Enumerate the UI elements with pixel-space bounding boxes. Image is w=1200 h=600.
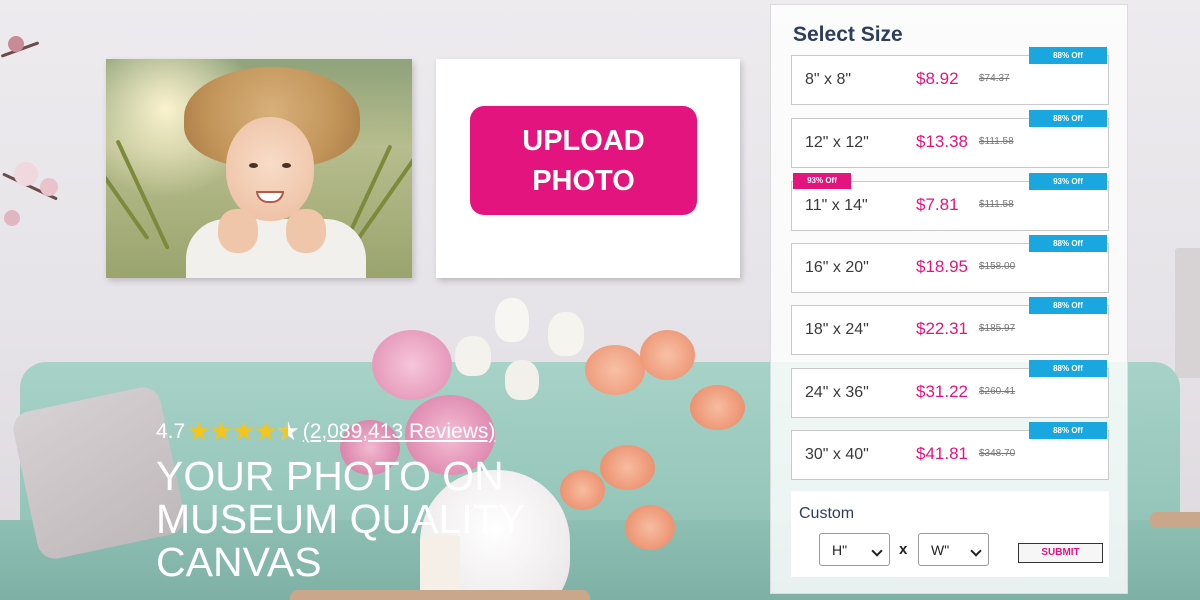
height-select-value: H" bbox=[832, 542, 848, 558]
tulip-decoration bbox=[455, 336, 491, 376]
size-original-price: $348.70 bbox=[979, 448, 1016, 459]
size-label: 11" x 14" bbox=[805, 197, 868, 214]
size-label: 24" x 36" bbox=[805, 384, 869, 401]
child-hand bbox=[218, 209, 258, 253]
size-original-price: $185.97 bbox=[979, 323, 1016, 334]
reviews-link[interactable]: (2,089,413 Reviews) bbox=[303, 420, 496, 444]
width-select-value: W" bbox=[931, 542, 950, 558]
blossom-decoration bbox=[14, 162, 38, 186]
half-star-fill: ★ bbox=[276, 416, 287, 447]
size-option-18x24[interactable]: 18" x 24" $22.31 $185.97 88% Off bbox=[791, 297, 1109, 355]
upload-canvas: UPLOAD PHOTO bbox=[436, 59, 740, 278]
blossom-decoration bbox=[4, 210, 20, 226]
blossom-decoration bbox=[40, 178, 58, 196]
upload-photo-button[interactable]: UPLOAD PHOTO bbox=[470, 106, 697, 215]
discount-badge: 88% Off bbox=[1029, 422, 1107, 439]
size-price: $7.81 bbox=[916, 195, 959, 214]
size-option-24x36[interactable]: 24" x 36" $31.22 $260.41 88% Off bbox=[791, 360, 1109, 418]
size-original-price: $260.41 bbox=[979, 386, 1016, 397]
blossom-decoration bbox=[8, 36, 24, 52]
coffee-table bbox=[290, 590, 590, 600]
orchid-decoration bbox=[585, 345, 645, 395]
wall-canvas-partial bbox=[1175, 248, 1200, 378]
rating-value: 4.7 bbox=[156, 419, 186, 443]
chevron-down-icon bbox=[970, 545, 982, 557]
sample-photo-canvas bbox=[106, 59, 412, 278]
discount-badge: 88% Off bbox=[1029, 360, 1107, 377]
discount-badge: 88% Off bbox=[1029, 47, 1107, 64]
child-eye bbox=[249, 163, 258, 168]
submit-button[interactable]: SUBMIT bbox=[1018, 543, 1103, 563]
panel-title: Select Size bbox=[793, 23, 903, 46]
custom-size-box: Custom H" x W" SUBMIT bbox=[791, 491, 1109, 577]
size-price: $18.95 bbox=[916, 257, 968, 276]
chevron-down-icon bbox=[871, 545, 883, 557]
size-label: 8" x 8" bbox=[805, 71, 852, 88]
discount-badge: 88% Off bbox=[1029, 110, 1107, 127]
size-price: $22.31 bbox=[916, 319, 968, 338]
size-original-price: $74.37 bbox=[979, 73, 1010, 84]
peony-decoration bbox=[372, 330, 452, 400]
custom-label: Custom bbox=[799, 505, 855, 522]
discount-badge: 93% Off bbox=[1029, 173, 1107, 190]
half-star-icon: ★ ★ bbox=[276, 416, 299, 447]
tulip-decoration bbox=[505, 360, 539, 400]
size-original-price: $158.00 bbox=[979, 261, 1016, 272]
child-eye bbox=[282, 163, 291, 168]
size-original-price: $111.58 bbox=[979, 199, 1014, 210]
width-select[interactable]: W" bbox=[918, 533, 989, 566]
child-dress bbox=[186, 219, 366, 278]
size-price: $8.92 bbox=[916, 69, 959, 88]
height-select[interactable]: H" bbox=[819, 533, 890, 566]
side-table bbox=[1150, 512, 1200, 528]
orchid-decoration bbox=[640, 330, 695, 380]
size-option-8x8[interactable]: 8" x 8" $8.92 $74.37 88% Off bbox=[791, 47, 1109, 105]
size-option-30x40[interactable]: 30" x 40" $41.81 $348.70 88% Off bbox=[791, 422, 1109, 480]
discount-badge: 88% Off bbox=[1029, 235, 1107, 252]
size-panel: Select Size 8" x 8" $8.92 $74.37 88% Off… bbox=[770, 4, 1128, 594]
rating-row: 4.7 ★★★★ ★ ★ (2,089,413 Reviews) bbox=[156, 416, 495, 447]
child-face bbox=[226, 117, 314, 221]
size-option-11x14[interactable]: 93% Off 11" x 14" $7.81 $111.58 93% Off bbox=[791, 173, 1109, 231]
orchid-decoration bbox=[690, 385, 745, 430]
tulip-decoration bbox=[548, 312, 584, 356]
size-price: $13.38 bbox=[916, 132, 968, 151]
size-option-16x20[interactable]: 16" x 20" $18.95 $158.00 88% Off bbox=[791, 235, 1109, 293]
size-label: 16" x 20" bbox=[805, 259, 869, 276]
size-price: $41.81 bbox=[916, 444, 968, 463]
size-original-price: $111.58 bbox=[979, 136, 1014, 147]
times-symbol: x bbox=[899, 541, 908, 558]
discount-badge: 88% Off bbox=[1029, 297, 1107, 314]
size-option-12x12[interactable]: 12" x 12" $13.38 $111.58 88% Off bbox=[791, 110, 1109, 168]
star-rating-icon: ★★★★ ★ ★ bbox=[187, 416, 300, 447]
size-label: 12" x 12" bbox=[805, 134, 869, 151]
child-hand bbox=[286, 209, 326, 253]
full-stars: ★★★★ bbox=[187, 416, 277, 446]
tulip-decoration bbox=[495, 298, 529, 342]
size-price: $31.22 bbox=[916, 382, 968, 401]
size-label: 30" x 40" bbox=[805, 446, 869, 463]
discount-badge-left: 93% Off bbox=[793, 173, 851, 189]
orchid-decoration bbox=[625, 505, 675, 550]
hero-title: YOUR PHOTO ON MUSEUM QUALITY CANVAS bbox=[156, 453, 526, 585]
size-label: 18" x 24" bbox=[805, 321, 869, 338]
